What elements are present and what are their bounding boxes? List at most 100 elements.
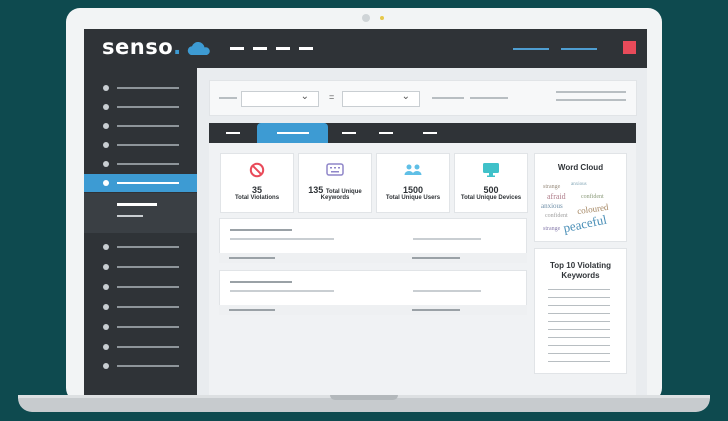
nav-item[interactable] <box>276 47 290 50</box>
stat-value: 35 <box>251 185 262 195</box>
list-item[interactable] <box>219 218 527 254</box>
laptop-notch <box>330 395 398 400</box>
filter-info <box>556 99 626 101</box>
filter-bar: ⌄ = ⌄ <box>209 80 637 116</box>
stat-value: 500 <box>483 185 499 195</box>
stat-label: Total Unique Users <box>385 195 441 201</box>
stat-label: Total Violations <box>234 195 280 201</box>
stat-value: 135 <box>308 185 324 195</box>
filter-info <box>556 91 626 93</box>
top-bar: senso. <box>84 29 647 68</box>
stat-label: Total Unique Devices <box>460 195 522 201</box>
tab[interactable] <box>423 132 437 134</box>
keyword-row[interactable] <box>548 329 610 330</box>
word-cloud-word: anxious <box>571 182 587 187</box>
list-item-title <box>230 229 292 231</box>
sidebar-item[interactable] <box>84 338 197 356</box>
chevron-down-icon: ⌄ <box>401 91 410 102</box>
list-item-text <box>230 290 334 292</box>
keyword-row[interactable] <box>548 361 610 362</box>
word-cloud-word: anxious <box>541 202 563 210</box>
sidebar-item[interactable] <box>84 357 197 375</box>
keyword-row[interactable] <box>548 297 610 298</box>
word-cloud[interactable]: strange anxious afraid confident anxious… <box>541 180 617 236</box>
stat-card-devices[interactable]: 500 Total Unique Devices <box>454 153 528 213</box>
tab[interactable] <box>342 132 356 134</box>
word-cloud-word: strange <box>543 226 561 232</box>
camera <box>362 14 370 22</box>
nav-item[interactable] <box>230 47 244 50</box>
camera-light <box>380 16 384 20</box>
word-cloud-word: afraid <box>547 192 566 201</box>
filter-dropdown-1[interactable]: ⌄ <box>241 91 319 107</box>
list-item-meta <box>229 257 275 259</box>
filter-dropdown-2[interactable]: ⌄ <box>342 91 420 107</box>
keyword-row[interactable] <box>548 289 610 290</box>
list-item[interactable] <box>219 270 527 306</box>
word-cloud-word: confident <box>581 194 604 200</box>
top-keywords-panel: Top 10 Violating Keywords <box>534 248 627 374</box>
logo-dot: . <box>173 35 182 59</box>
app-screen: senso. ⌄ = ⌄ 35 Total Violations 135 Tot… <box>84 29 647 395</box>
list-item-text <box>413 238 481 240</box>
header-link[interactable] <box>513 48 549 50</box>
list-item-meta <box>412 309 460 311</box>
top-keywords-title-2: Keywords <box>561 271 600 280</box>
keyword-row[interactable] <box>548 305 610 306</box>
list-item-title <box>230 281 292 283</box>
header-link[interactable] <box>561 48 597 50</box>
tab[interactable] <box>226 132 240 134</box>
sidebar <box>84 68 197 395</box>
top-keywords-title-1: Top 10 Violating <box>549 261 612 270</box>
filter-option[interactable] <box>470 97 508 99</box>
equals-label: = <box>329 92 335 102</box>
keyword-row[interactable] <box>548 321 610 322</box>
list-item-meta <box>412 257 460 259</box>
list-item-text <box>230 238 334 240</box>
cloud-icon <box>187 42 210 55</box>
keyword-row[interactable] <box>548 313 610 314</box>
stat-card-violations[interactable]: 35 Total Violations <box>220 153 294 213</box>
word-cloud-word: strange <box>543 184 561 190</box>
keyword-row[interactable] <box>548 353 610 354</box>
sidebar-item[interactable] <box>84 278 197 296</box>
sidebar-item[interactable] <box>84 238 197 256</box>
sidebar-item[interactable] <box>84 98 197 116</box>
sidebar-item-active[interactable] <box>84 174 197 192</box>
filter-option[interactable] <box>432 97 464 99</box>
logo-text: senso <box>102 35 174 59</box>
prohibited-icon <box>249 162 265 178</box>
users-icon <box>404 164 422 175</box>
sidebar-subitem-active[interactable] <box>117 203 157 206</box>
logo[interactable]: senso. <box>102 35 182 59</box>
word-cloud-title: Word Cloud <box>557 163 604 172</box>
list-item-meta <box>229 309 275 311</box>
sidebar-item[interactable] <box>84 117 197 135</box>
tab-bar <box>209 123 636 143</box>
nav-item[interactable] <box>299 47 313 50</box>
stat-value: 1500 <box>402 185 424 195</box>
list-item-text <box>413 290 481 292</box>
sidebar-item[interactable] <box>84 136 197 154</box>
sidebar-subitem[interactable] <box>117 215 143 217</box>
stat-card-keywords[interactable]: 135 Total Unique Keywords <box>298 153 372 213</box>
chevron-down-icon: ⌄ <box>300 91 309 102</box>
tab-active[interactable] <box>257 123 328 143</box>
monitor-icon <box>483 163 499 177</box>
stat-card-users[interactable]: 1500 Total Unique Users <box>376 153 450 213</box>
word-cloud-word: confident <box>545 213 568 219</box>
word-cloud-word: peaceful <box>561 211 609 236</box>
keyword-row[interactable] <box>548 345 610 346</box>
nav-item[interactable] <box>253 47 267 50</box>
sidebar-subpanel <box>84 193 197 233</box>
sidebar-item[interactable] <box>84 79 197 97</box>
list-item-footer <box>219 305 527 315</box>
notification-button[interactable] <box>623 41 636 54</box>
sidebar-item[interactable] <box>84 155 197 173</box>
tab[interactable] <box>379 132 393 134</box>
keyword-row[interactable] <box>548 337 610 338</box>
sidebar-item[interactable] <box>84 258 197 276</box>
sidebar-item[interactable] <box>84 298 197 316</box>
sidebar-item[interactable] <box>84 318 197 336</box>
laptop-base <box>18 398 710 412</box>
